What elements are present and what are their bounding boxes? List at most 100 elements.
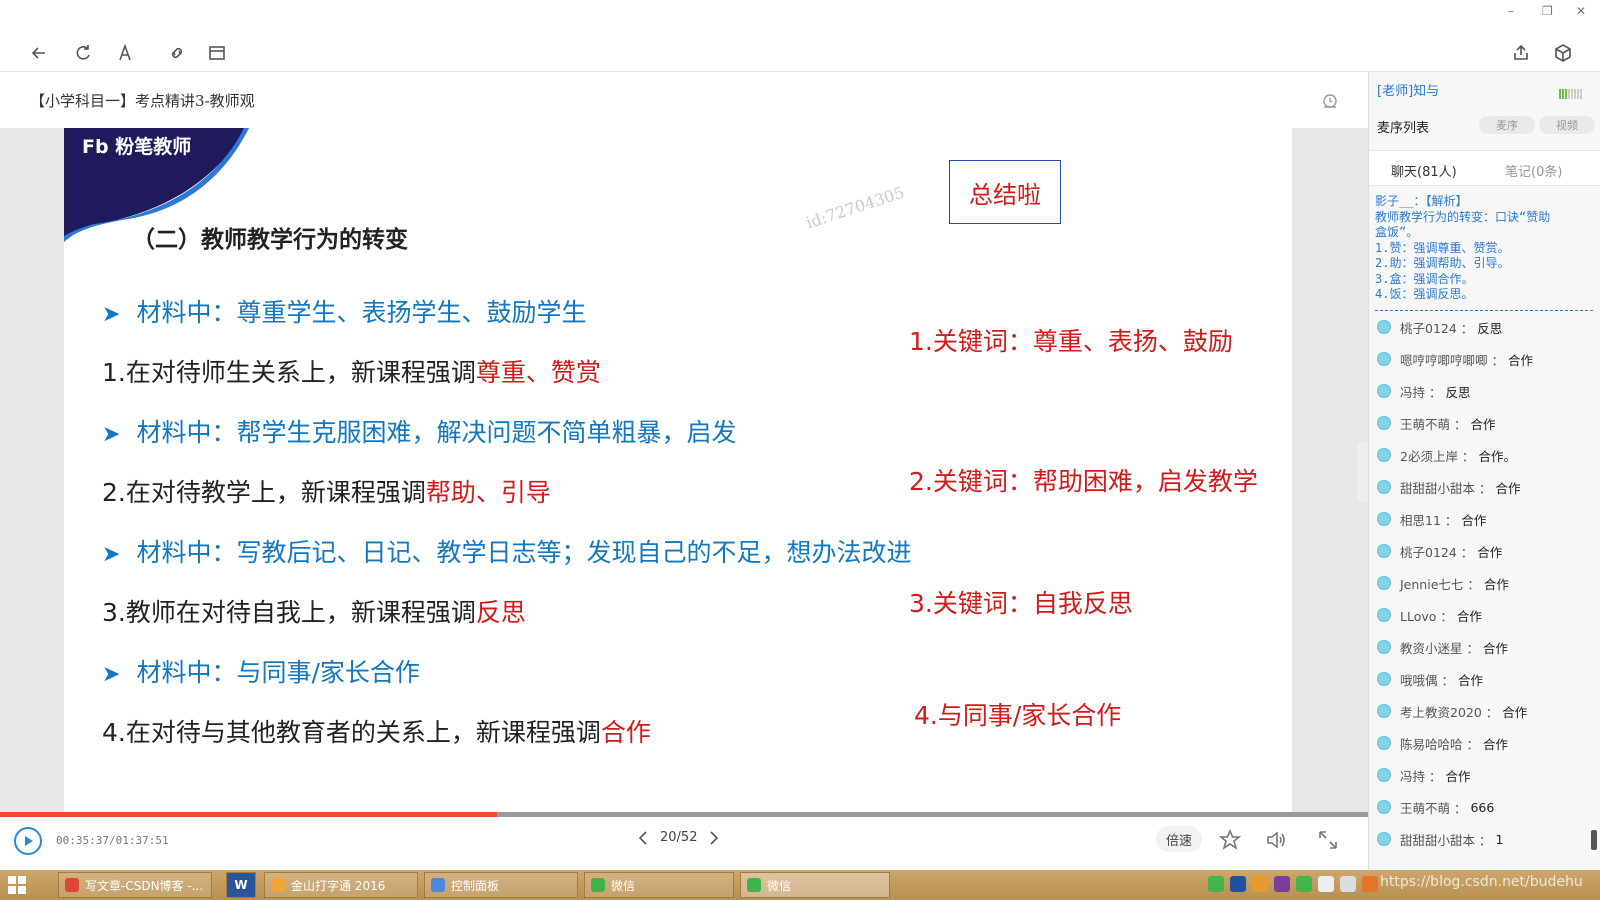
taskbar-item-control-panel[interactable]: 控制面板 [424,872,578,898]
message-user: 冯持 ： [1400,384,1442,400]
arrow-icon: ➤ [102,302,121,327]
mic-queue-toggle[interactable]: 麦序 [1479,116,1535,134]
window-icon[interactable] [204,40,230,66]
speed-button[interactable]: 倍速 [1156,826,1202,852]
keyword-note: 2.关键词：帮助困难，启发教学 [909,467,1258,496]
minimize-button[interactable]: – [1508,4,1514,18]
avatar-icon [1377,384,1391,398]
taskbar-item-wechat[interactable]: 微信 [584,872,734,898]
chat-message: 2必须上岸 ：合作。 [1377,445,1516,465]
taskbar-item-wechat-2[interactable]: 微信 [740,872,890,898]
share-icon[interactable] [1508,40,1534,66]
tray-app-icon[interactable] [1340,876,1356,892]
material-bullet: ➤ 材料中：写教后记、日记、教学日志等；发现自己的不足，想办法改进 [102,533,911,569]
chat-panel: [老师]知与 麦序列表 麦序 视频 聊天(81人) 笔记(0条) 影子__：【解… [1368,72,1600,870]
tray-app-icon[interactable] [1318,876,1334,892]
keyword-note: 4.与同事/家长合作 [914,701,1122,730]
chat-message: 教资小迷星 ：合作 [1377,637,1508,657]
fullscreen-icon[interactable] [1316,828,1340,852]
tab-chat[interactable]: 聊天(81人) [1391,161,1457,180]
network-icon[interactable] [1208,876,1224,892]
chat-message: 哦哦偶 ：合作 [1377,669,1483,689]
font-icon[interactable] [112,40,138,66]
message-text: 合作 [1461,512,1487,528]
volume-icon[interactable] [1264,828,1288,852]
star-icon[interactable] [1218,828,1242,852]
onenote-icon[interactable] [1274,876,1290,892]
chat-message: 桃子0124 ：合作 [1377,541,1502,561]
wechat-tray-icon[interactable] [1296,876,1312,892]
message-text: 合作 [1482,640,1508,656]
close-button[interactable]: ✕ [1576,4,1586,18]
chat-tabs: 聊天(81人) 笔记(0条) [1369,150,1600,186]
course-title-bar: 【小学科目一】考点精讲3-教师观 [0,72,1368,128]
typing-app-icon [271,878,285,892]
taskbar-label: 微信 [767,878,792,893]
page-indicator: 20/52 [660,830,698,845]
message-user: 陈易哈哈哈 ： [1400,736,1479,752]
prev-page-icon[interactable] [638,830,648,845]
material-bullet: ➤ 材料中：帮学生克服困难，解决问题不简单粗暴，启发 [102,413,736,449]
avatar-icon [1377,320,1391,334]
message-text: 合作 [1507,352,1533,368]
avatar-icon [1377,608,1391,622]
watermark: id:72704305 [803,182,907,233]
point-prefix: 4.在对待与其他教育者的关系上，新课程强调 [102,718,601,747]
play-icon [25,836,33,846]
panel-collapse-handle[interactable] [1357,442,1368,502]
taskbar-item-chrome[interactable]: 写文章-CSDN博客 -... [58,872,212,898]
taskbar-item-typing[interactable]: 金山打字通 2016 [264,872,418,898]
refresh-icon[interactable] [70,40,96,66]
page-navigator: 20/52 [638,830,719,845]
restore-button[interactable]: ❐ [1542,4,1553,18]
message-user: 哦哦偶 ： [1400,672,1454,688]
link-icon[interactable] [164,40,190,66]
bluetooth-icon[interactable] [1230,876,1246,892]
message-user: Jennie七七 ： [1400,576,1480,592]
tray-app-icon[interactable] [1252,876,1268,892]
control-panel-icon [431,878,445,892]
message-user: 王萌不萌 ： [1400,800,1467,816]
section-title: （二）教师教学行为的转变 [132,227,408,253]
chat-message: Jennie七七 ：合作 [1377,573,1509,593]
taskbar-item-word[interactable]: W [226,872,256,898]
tray-app-icon[interactable] [1362,876,1378,892]
bullet-text: 材料中：与同事/家长合作 [136,658,420,687]
keyword-note: 1.关键词：尊重、表扬、鼓励 [909,327,1233,356]
point-line: 4.在对待与其他教育者的关系上，新课程强调合作 [102,713,651,749]
windows-start-icon[interactable] [8,876,26,894]
pinned-line: 1.赞：强调尊重、赞赏。 [1375,240,1510,255]
cube-icon[interactable] [1550,40,1576,66]
arrow-icon: ➤ [102,422,121,447]
point-prefix: 1.在对待师生关系上，新课程强调 [102,358,476,387]
avatar-icon [1377,640,1391,654]
avatar-icon [1377,832,1391,846]
progress-bar[interactable] [0,812,1368,817]
message-text: 合作 [1477,544,1503,560]
arrow-icon: ➤ [102,542,121,567]
chat-message: 考上教资2020 ：合作 [1377,701,1527,721]
alarm-icon[interactable] [1320,90,1340,110]
bullet-text: 材料中：帮学生克服困难，解决问题不简单粗暴，启发 [136,418,737,447]
avatar-icon [1377,704,1391,718]
arrow-icon: ➤ [102,662,121,687]
course-title: 【小学科目一】考点精讲3-教师观 [30,92,255,110]
video-toggle[interactable]: 视频 [1539,116,1595,134]
chat-scrollbar[interactable] [1591,830,1597,850]
tab-notes[interactable]: 笔记(0条) [1505,161,1562,180]
message-text: 合作 [1483,576,1509,592]
message-user: 桃子0124 ： [1400,544,1474,560]
message-user: 冯持 ： [1400,768,1442,784]
avatar-icon [1377,800,1391,814]
avatar-icon [1377,768,1391,782]
message-user: LLovo ： [1400,608,1453,624]
avatar-icon [1377,736,1391,750]
message-user: 教资小迷星 ： [1400,640,1479,656]
next-page-icon[interactable] [709,830,719,845]
play-button[interactable] [14,827,42,855]
slide-viewport: Fb 粉笔教师 id:72704305 总结啦 （二）教师教学行为的转变 ➤ 材料… [0,128,1368,812]
message-text: 合作 [1495,480,1521,496]
message-text: 合作 [1502,704,1528,720]
back-icon[interactable] [26,40,52,66]
chat-message: LLovo ：合作 [1377,605,1482,625]
